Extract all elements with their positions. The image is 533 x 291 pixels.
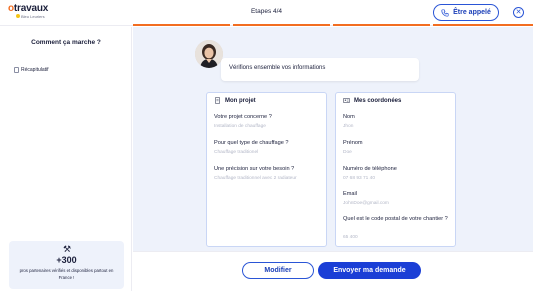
project-answer-1: Installation de chauffage bbox=[214, 124, 266, 129]
call-me-button[interactable]: Être appelé bbox=[433, 4, 499, 21]
tools-icon: ⚒ bbox=[63, 244, 72, 254]
document-icon bbox=[14, 67, 19, 73]
partners-card: ⚒ +300 pros partenaires vérifiés et disp… bbox=[9, 241, 124, 289]
coord-label-firstname: Prénom bbox=[343, 140, 363, 146]
chat-bubble: Vérifions ensemble vos informations bbox=[221, 58, 419, 81]
partners-count: +300 bbox=[56, 255, 77, 265]
header: otravaux Bleu Leuriers Etapes 4/4 Être a… bbox=[0, 0, 533, 26]
coord-label-lastname: Nom bbox=[343, 114, 355, 120]
coord-value-firstname: Doe bbox=[343, 150, 352, 155]
contact-card-icon bbox=[343, 98, 350, 103]
sidebar-item-recap[interactable]: Récapitulatif bbox=[14, 67, 49, 73]
progress-step-2 bbox=[233, 24, 330, 26]
coord-label-phone: Numéro de téléphone bbox=[343, 166, 397, 172]
coord-label-postal: Quel est le code postal de votre chantie… bbox=[343, 216, 448, 222]
modify-button[interactable]: Modifier bbox=[242, 262, 314, 279]
call-me-label: Être appelé bbox=[453, 9, 491, 16]
project-question-1: Votre projet concerne ? bbox=[214, 114, 272, 120]
project-card-title: Mon projet bbox=[214, 97, 256, 104]
sidebar: Comment ça marche ? Récapitulatif ⚒ +300… bbox=[0, 27, 132, 291]
phone-icon bbox=[441, 8, 449, 17]
progress-step-3 bbox=[333, 24, 430, 26]
project-question-2: Pour quel type de chauffage ? bbox=[214, 140, 289, 146]
progress-step-4 bbox=[433, 24, 533, 26]
project-card: Mon projet Votre projet concerne ? Insta… bbox=[206, 92, 327, 247]
coord-label-email: Email bbox=[343, 191, 357, 197]
send-request-button[interactable]: Envoyer ma demande bbox=[318, 262, 421, 279]
project-answer-3: Chauffage traditionnel avec 2 radiateur bbox=[214, 176, 297, 181]
partners-description: pros partenaires vérifiés et disponibles… bbox=[19, 268, 114, 280]
project-answer-2: Chauffage traditionel bbox=[214, 150, 259, 155]
progress-step-1 bbox=[133, 24, 230, 26]
advisor-avatar bbox=[195, 40, 223, 68]
coord-value-postal: 65 400 bbox=[343, 235, 358, 240]
coordinates-card: Mes coordonées Nom Jhon Prénom Doe Numér… bbox=[335, 92, 456, 247]
project-question-3: Une précision sur votre besoin ? bbox=[214, 166, 295, 172]
coord-value-email: JohnDoe@gmail.com bbox=[343, 201, 389, 206]
coordinates-card-title: Mes coordonées bbox=[343, 97, 401, 104]
how-it-works-title: Comment ça marche ? bbox=[31, 39, 101, 46]
coord-value-phone: 07 68 93 71 40 bbox=[343, 176, 376, 181]
footer-actions: Modifier Envoyer ma demande bbox=[133, 251, 533, 291]
sidebar-item-label: Récapitulatif bbox=[21, 67, 49, 73]
coord-value-lastname: Jhon bbox=[343, 124, 354, 129]
document-icon bbox=[215, 97, 220, 104]
close-icon[interactable]: ✕ bbox=[513, 7, 524, 18]
